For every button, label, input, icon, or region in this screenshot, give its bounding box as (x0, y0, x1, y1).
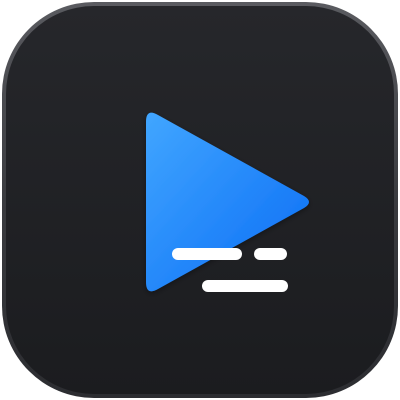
caption-line-2 (202, 280, 288, 292)
canvas (0, 0, 400, 400)
app-icon (0, 0, 400, 400)
caption-line-1-short (172, 248, 242, 260)
app-icon-graphic (2, 2, 398, 398)
caption-line-1-dash (254, 248, 287, 260)
